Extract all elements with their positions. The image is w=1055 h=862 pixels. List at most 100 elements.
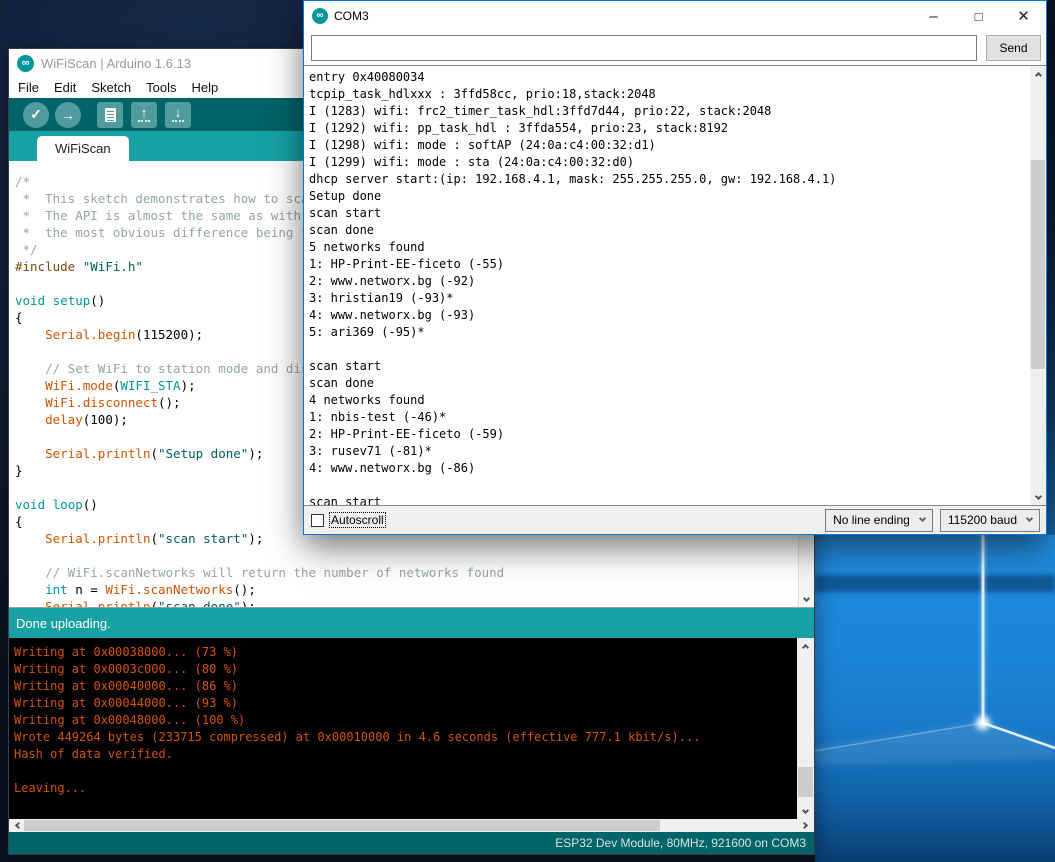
send-button[interactable]: Send: [986, 35, 1041, 61]
serial-monitor-window: ∞ COM3 – □ ✕ Send entry 0x40080034tcpip_…: [303, 0, 1047, 535]
console-line: [14, 763, 790, 780]
code-line: [15, 547, 794, 564]
serial-line: dhcp server start:(ip: 192.168.4.1, mask…: [309, 171, 1024, 188]
serial-line: 3: rusev71 (-81)*: [309, 443, 1024, 460]
serial-line: scan done: [309, 375, 1024, 392]
console-line: Writing at 0x00048000... (100 %): [14, 712, 790, 729]
console-horizontal-scrollbar[interactable]: [9, 819, 814, 832]
code-segment: }: [15, 463, 23, 478]
upload-console[interactable]: Writing at 0x00038000... (73 %)Writing a…: [9, 638, 814, 819]
tab-wifiscan[interactable]: WiFiScan: [37, 136, 129, 161]
code-segment: WiFi.disconnect: [45, 395, 158, 410]
scroll-right-icon[interactable]: [801, 822, 808, 829]
menu-file[interactable]: File: [18, 80, 39, 95]
arduino-logo-icon: ∞: [312, 8, 328, 24]
code-segment: Serial.println: [45, 599, 150, 608]
minimize-button[interactable]: –: [911, 1, 956, 31]
serial-line: I (1298) wifi: mode : softAP (24:0a:c4:0…: [309, 137, 1024, 154]
serial-input-field[interactable]: [311, 35, 977, 61]
scroll-up-icon[interactable]: [1034, 72, 1041, 79]
baud-rate-dropdown[interactable]: 115200 baud: [940, 509, 1040, 532]
scroll-up-icon[interactable]: [802, 644, 809, 651]
desktop-edge-strip: [1047, 0, 1055, 535]
code-segment: [15, 327, 45, 342]
code-segment: n =: [68, 582, 106, 597]
wallpaper-beams: [815, 535, 1055, 862]
upload-button[interactable]: →: [55, 102, 81, 128]
desktop-wallpaper: [815, 535, 1055, 862]
menu-help[interactable]: Help: [191, 80, 218, 95]
code-segment: "WiFi.h": [83, 259, 143, 274]
serial-monitor-titlebar[interactable]: ∞ COM3 – □ ✕: [304, 1, 1046, 31]
serial-line: I (1292) wifi: pp_task_hdl : 3ffda554, p…: [309, 120, 1024, 137]
code-segment: [45, 497, 53, 512]
line-ending-dropdown[interactable]: No line ending: [825, 509, 933, 532]
status-strip-text: Done uploading.: [16, 616, 111, 631]
code-segment: [15, 565, 45, 580]
code-segment: [15, 599, 45, 608]
verify-button[interactable]: ✓: [23, 102, 49, 128]
serial-line: 4 networks found: [309, 392, 1024, 409]
scroll-left-icon[interactable]: [15, 822, 22, 829]
serial-line: 5: ari369 (-95)*: [309, 324, 1024, 341]
scroll-down-icon[interactable]: [802, 807, 809, 814]
code-segment: (): [83, 497, 98, 512]
serial-vertical-scrollbar[interactable]: [1030, 66, 1046, 505]
chevron-down-icon: [1026, 515, 1033, 522]
menu-sketch[interactable]: Sketch: [91, 80, 131, 95]
serial-line: I (1299) wifi: mode : sta (24:0a:c4:00:3…: [309, 154, 1024, 171]
code-segment: "scan start": [158, 531, 248, 546]
window-controls: – □ ✕: [911, 1, 1046, 31]
code-segment: setup: [53, 293, 91, 308]
serial-line: scan start: [309, 358, 1024, 375]
console-vertical-scrollbar[interactable]: [797, 638, 814, 819]
code-segment: WiFi.mode: [45, 378, 113, 393]
board-info-text: ESP32 Dev Module, 80MHz, 921600 on COM3: [555, 836, 806, 850]
scrollbar-thumb[interactable]: [24, 820, 660, 831]
open-button[interactable]: ↑: [131, 102, 157, 128]
code-segment: [15, 531, 45, 546]
menu-tools[interactable]: Tools: [146, 80, 176, 95]
code-line: int n = WiFi.scanNetworks();: [15, 581, 794, 598]
new-sketch-icon: [105, 108, 116, 122]
serial-output-area[interactable]: entry 0x40080034tcpip_task_hdlxxx : 3ffd…: [304, 65, 1046, 506]
code-segment: void: [15, 293, 45, 308]
ide-window-title: WiFiScan | Arduino 1.6.13: [41, 56, 191, 71]
scrollbar-thumb[interactable]: [1031, 160, 1045, 369]
maximize-icon: □: [975, 9, 983, 24]
new-sketch-button[interactable]: [97, 102, 123, 128]
serial-line: [309, 341, 1024, 358]
autoscroll-label[interactable]: Autoscroll: [330, 513, 385, 527]
code-segment: [15, 582, 45, 597]
code-segment: [45, 293, 53, 308]
scroll-down-icon[interactable]: [803, 595, 810, 602]
serial-monitor-bottombar: Autoscroll No line ending 115200 baud: [304, 506, 1046, 534]
menu-edit[interactable]: Edit: [54, 80, 76, 95]
close-button[interactable]: ✕: [1001, 1, 1046, 31]
close-icon: ✕: [1017, 7, 1030, 25]
verify-icon: ✓: [30, 106, 42, 123]
serial-input-row: Send: [304, 31, 1046, 65]
serial-line: 1: nbis-test (-46)*: [309, 409, 1024, 426]
scroll-down-icon[interactable]: [1034, 493, 1041, 500]
code-segment: [15, 361, 45, 376]
maximize-button[interactable]: □: [956, 1, 1001, 31]
scrollbar-thumb[interactable]: [798, 767, 813, 798]
code-segment: (: [150, 599, 158, 608]
code-segment: void: [15, 497, 45, 512]
console-line: Writing at 0x00040000... (86 %): [14, 678, 790, 695]
code-segment: (: [150, 446, 158, 461]
autoscroll-checkbox[interactable]: [311, 514, 324, 527]
send-button-label: Send: [999, 41, 1027, 55]
serial-line: scan start: [309, 205, 1024, 222]
save-button[interactable]: ↓: [165, 102, 191, 128]
ide-status-strip: Done uploading.: [9, 608, 814, 638]
open-icon: ↑: [141, 107, 148, 119]
code-segment: WIFI_STA: [120, 378, 180, 393]
code-segment: ();: [233, 582, 256, 597]
chevron-down-icon: [919, 515, 926, 522]
upload-icon: →: [61, 107, 75, 123]
baud-rate-value: 115200 baud: [948, 513, 1017, 527]
console-line: Writing at 0x0003c000... (80 %): [14, 661, 790, 678]
minimize-icon: –: [929, 8, 937, 25]
